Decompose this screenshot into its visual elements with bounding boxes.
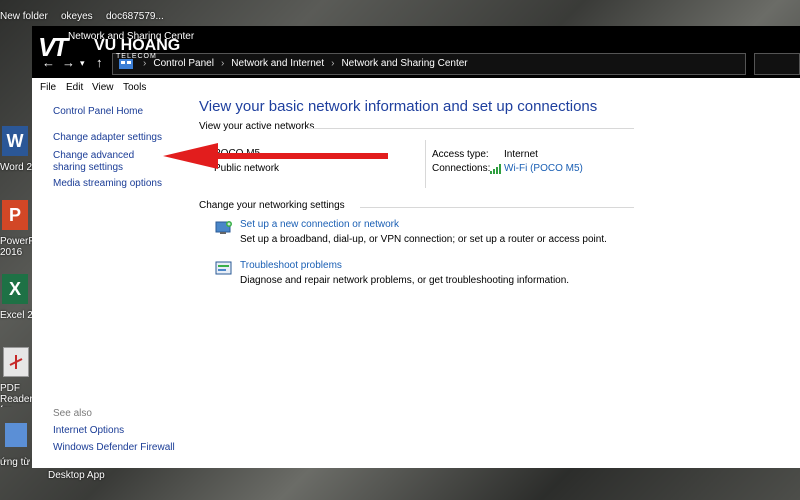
menu-view[interactable]: View [92,82,114,93]
pdf-reader-icon[interactable] [3,347,29,377]
powerpoint-icon[interactable]: P [2,200,28,230]
desktop-icons: W Word 2016 P PowerPoint 2016 X Excel 20… [0,0,49,500]
address-field[interactable]: › Control Panel › Network and Internet › Netw… [112,53,791,75]
troubleshoot-icon [215,261,232,275]
left-pane: Control Panel Home Change adapter settin… [32,98,182,468]
active-networks-heading: View your active networks [199,121,315,132]
annotation-arrow-icon [163,143,388,169]
breadcrumb-network-sharing[interactable]: Network and Sharing Center [341,58,467,69]
access-type-label: Access type: [432,149,489,160]
desktop-label-pdf: PDF Reader for Windows [0,383,32,407]
setup-new-connection-desc: Set up a broadband, dial-up, or VPN conn… [240,234,607,245]
menu-file[interactable]: File [40,82,56,93]
menu-bar: File Edit View Tools [32,78,800,98]
wifi-connection-link[interactable]: Wi-Fi (POCO M5) [504,163,583,174]
windows-defender-firewall-link[interactable]: Windows Defender Firewall [53,442,175,453]
desktop-label-okeyes[interactable]: okeyes [61,11,93,22]
menu-tools[interactable]: Tools [123,82,146,93]
divider [360,207,634,208]
wifi-signal-icon [490,164,501,174]
internet-options-link[interactable]: Internet Options [53,425,124,436]
networking-settings-heading: Change your networking settings [199,200,345,211]
logo-sub: TELECOM [116,53,157,60]
setup-new-connection-link[interactable]: Set up a new connection or network [240,219,399,230]
desktop-label-powerpoint: PowerPoint 2016 [0,236,32,258]
control-panel-home-link[interactable]: Control Panel Home [53,106,143,118]
search-input[interactable] [754,53,800,75]
desktop-label-bottom: Desktop App [48,470,105,481]
word-icon[interactable]: W [2,126,28,156]
page-title: View your basic network information and … [199,98,598,115]
breadcrumb: › Control Panel › Network and Internet › Netw… [143,58,468,69]
access-type-value: Internet [504,149,538,160]
change-advanced-sharing-link[interactable]: Change advanced sharing settings [53,150,165,174]
app-icon[interactable] [5,423,27,447]
excel-icon[interactable]: X [2,274,28,304]
desktop-label-doc[interactable]: doc687579... [106,11,164,22]
network-sharing-window: Network and Sharing Center ← → ▾ ↑ › Cont… [32,26,800,468]
vu-hoang-logo: VT VU HOANG TELECOM [32,28,180,62]
breadcrumb-network-internet[interactable]: Network and Internet [231,58,324,69]
troubleshoot-desc: Diagnose and repair network problems, or… [240,275,570,286]
menu-edit[interactable]: Edit [66,82,83,93]
see-also-heading: See also [53,408,92,419]
divider [425,140,426,188]
new-connection-icon [215,221,232,234]
divider [308,128,634,129]
connections-label: Connections: [432,163,491,174]
change-adapter-settings-link[interactable]: Change adapter settings [53,132,162,144]
troubleshoot-link[interactable]: Troubleshoot problems [240,260,342,271]
logo-mark: VT [38,32,68,62]
media-streaming-link[interactable]: Media streaming options [53,178,162,190]
